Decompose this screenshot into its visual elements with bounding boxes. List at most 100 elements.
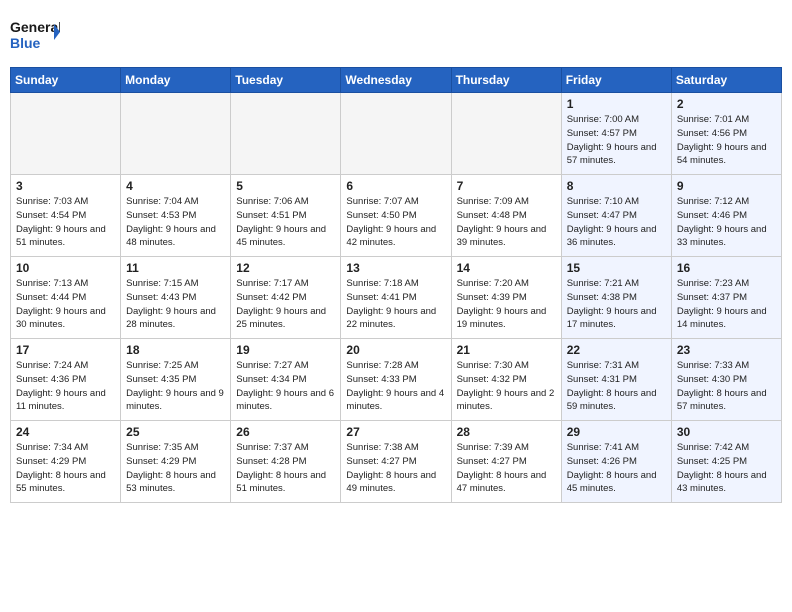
calendar-cell: 5 Sunrise: 7:06 AM Sunset: 4:51 PM Daylig… [231,175,341,257]
day-number: 20 [346,343,445,357]
day-info: Sunrise: 7:09 AM Sunset: 4:48 PM Dayligh… [457,195,556,250]
weekday-header-wednesday: Wednesday [341,68,451,93]
day-info: Sunrise: 7:23 AM Sunset: 4:37 PM Dayligh… [677,277,776,332]
day-number: 26 [236,425,335,439]
day-number: 25 [126,425,225,439]
day-info: Sunrise: 7:17 AM Sunset: 4:42 PM Dayligh… [236,277,335,332]
day-number: 23 [677,343,776,357]
day-number: 27 [346,425,445,439]
calendar-cell: 2 Sunrise: 7:01 AM Sunset: 4:56 PM Daylig… [671,93,781,175]
calendar-cell: 12 Sunrise: 7:17 AM Sunset: 4:42 PM Dayli… [231,257,341,339]
calendar-cell [451,93,561,175]
calendar-cell: 6 Sunrise: 7:07 AM Sunset: 4:50 PM Daylig… [341,175,451,257]
calendar-cell: 20 Sunrise: 7:28 AM Sunset: 4:33 PM Dayli… [341,339,451,421]
weekday-header-saturday: Saturday [671,68,781,93]
week-row-3: 10 Sunrise: 7:13 AM Sunset: 4:44 PM Dayli… [11,257,782,339]
calendar-cell: 1 Sunrise: 7:00 AM Sunset: 4:57 PM Daylig… [561,93,671,175]
calendar-cell: 25 Sunrise: 7:35 AM Sunset: 4:29 PM Dayli… [121,421,231,503]
day-number: 7 [457,179,556,193]
day-info: Sunrise: 7:28 AM Sunset: 4:33 PM Dayligh… [346,359,445,414]
day-number: 21 [457,343,556,357]
day-number: 6 [346,179,445,193]
day-number: 4 [126,179,225,193]
weekday-header-monday: Monday [121,68,231,93]
day-info: Sunrise: 7:03 AM Sunset: 4:54 PM Dayligh… [16,195,115,250]
weekday-header-tuesday: Tuesday [231,68,341,93]
day-number: 11 [126,261,225,275]
week-row-4: 17 Sunrise: 7:24 AM Sunset: 4:36 PM Dayli… [11,339,782,421]
weekday-header-thursday: Thursday [451,68,561,93]
day-info: Sunrise: 7:41 AM Sunset: 4:26 PM Dayligh… [567,441,666,496]
day-info: Sunrise: 7:42 AM Sunset: 4:25 PM Dayligh… [677,441,776,496]
day-info: Sunrise: 7:30 AM Sunset: 4:32 PM Dayligh… [457,359,556,414]
calendar-cell: 28 Sunrise: 7:39 AM Sunset: 4:27 PM Dayli… [451,421,561,503]
day-info: Sunrise: 7:24 AM Sunset: 4:36 PM Dayligh… [16,359,115,414]
day-number: 5 [236,179,335,193]
week-row-2: 3 Sunrise: 7:03 AM Sunset: 4:54 PM Daylig… [11,175,782,257]
logo-svg: General Blue [10,14,60,59]
day-number: 8 [567,179,666,193]
calendar-cell: 17 Sunrise: 7:24 AM Sunset: 4:36 PM Dayli… [11,339,121,421]
calendar-cell: 14 Sunrise: 7:20 AM Sunset: 4:39 PM Dayli… [451,257,561,339]
day-number: 19 [236,343,335,357]
calendar-cell [231,93,341,175]
day-number: 28 [457,425,556,439]
day-info: Sunrise: 7:18 AM Sunset: 4:41 PM Dayligh… [346,277,445,332]
calendar-cell: 21 Sunrise: 7:30 AM Sunset: 4:32 PM Dayli… [451,339,561,421]
logo: General Blue [10,14,60,59]
calendar-cell: 24Sunrise: 7:34 AM Sunset: 4:29 PM Dayli… [11,421,121,503]
day-number: 9 [677,179,776,193]
day-info: Sunrise: 7:06 AM Sunset: 4:51 PM Dayligh… [236,195,335,250]
day-info: Sunrise: 7:15 AM Sunset: 4:43 PM Dayligh… [126,277,225,332]
calendar-table: SundayMondayTuesdayWednesdayThursdayFrid… [10,67,782,503]
calendar-cell: 7 Sunrise: 7:09 AM Sunset: 4:48 PM Daylig… [451,175,561,257]
calendar-cell: 27Sunrise: 7:38 AM Sunset: 4:27 PM Dayli… [341,421,451,503]
calendar-cell: 29 Sunrise: 7:41 AM Sunset: 4:26 PM Dayli… [561,421,671,503]
weekday-header-friday: Friday [561,68,671,93]
calendar-cell: 19Sunrise: 7:27 AM Sunset: 4:34 PM Dayli… [231,339,341,421]
day-info: Sunrise: 7:25 AM Sunset: 4:35 PM Dayligh… [126,359,225,414]
calendar-cell: 8Sunrise: 7:10 AM Sunset: 4:47 PM Daylig… [561,175,671,257]
calendar-cell: 11 Sunrise: 7:15 AM Sunset: 4:43 PM Dayli… [121,257,231,339]
calendar-cell: 10 Sunrise: 7:13 AM Sunset: 4:44 PM Dayli… [11,257,121,339]
header: General Blue [10,10,782,59]
calendar-cell: 16 Sunrise: 7:23 AM Sunset: 4:37 PM Dayli… [671,257,781,339]
day-number: 15 [567,261,666,275]
day-info: Sunrise: 7:33 AM Sunset: 4:30 PM Dayligh… [677,359,776,414]
day-info: Sunrise: 7:04 AM Sunset: 4:53 PM Dayligh… [126,195,225,250]
calendar-cell: 15 Sunrise: 7:21 AM Sunset: 4:38 PM Dayli… [561,257,671,339]
day-number: 2 [677,97,776,111]
day-info: Sunrise: 7:20 AM Sunset: 4:39 PM Dayligh… [457,277,556,332]
day-info: Sunrise: 7:39 AM Sunset: 4:27 PM Dayligh… [457,441,556,496]
day-number: 30 [677,425,776,439]
day-info: Sunrise: 7:31 AM Sunset: 4:31 PM Dayligh… [567,359,666,414]
day-number: 10 [16,261,115,275]
calendar-cell: 18 Sunrise: 7:25 AM Sunset: 4:35 PM Dayli… [121,339,231,421]
calendar-cell: 4 Sunrise: 7:04 AM Sunset: 4:53 PM Daylig… [121,175,231,257]
calendar-cell: 23 Sunrise: 7:33 AM Sunset: 4:30 PM Dayli… [671,339,781,421]
calendar-cell: 30 Sunrise: 7:42 AM Sunset: 4:25 PM Dayli… [671,421,781,503]
day-info: Sunrise: 7:12 AM Sunset: 4:46 PM Dayligh… [677,195,776,250]
svg-text:Blue: Blue [10,35,41,51]
day-number: 14 [457,261,556,275]
calendar-cell [341,93,451,175]
day-info: Sunrise: 7:13 AM Sunset: 4:44 PM Dayligh… [16,277,115,332]
day-number: 1 [567,97,666,111]
day-info: Sunrise: 7:07 AM Sunset: 4:50 PM Dayligh… [346,195,445,250]
calendar-cell: 22Sunrise: 7:31 AM Sunset: 4:31 PM Dayli… [561,339,671,421]
day-number: 16 [677,261,776,275]
day-number: 3 [16,179,115,193]
calendar-cell: 3 Sunrise: 7:03 AM Sunset: 4:54 PM Daylig… [11,175,121,257]
weekday-header-sunday: Sunday [11,68,121,93]
day-info: Sunrise: 7:35 AM Sunset: 4:29 PM Dayligh… [126,441,225,496]
day-number: 12 [236,261,335,275]
day-info: Sunrise: 7:37 AM Sunset: 4:28 PM Dayligh… [236,441,335,496]
day-info: Sunrise: 7:00 AM Sunset: 4:57 PM Dayligh… [567,113,666,168]
calendar-cell [11,93,121,175]
day-info: Sunrise: 7:01 AM Sunset: 4:56 PM Dayligh… [677,113,776,168]
svg-text:General: General [10,19,60,35]
day-info: Sunrise: 7:21 AM Sunset: 4:38 PM Dayligh… [567,277,666,332]
day-number: 29 [567,425,666,439]
day-number: 18 [126,343,225,357]
day-number: 17 [16,343,115,357]
